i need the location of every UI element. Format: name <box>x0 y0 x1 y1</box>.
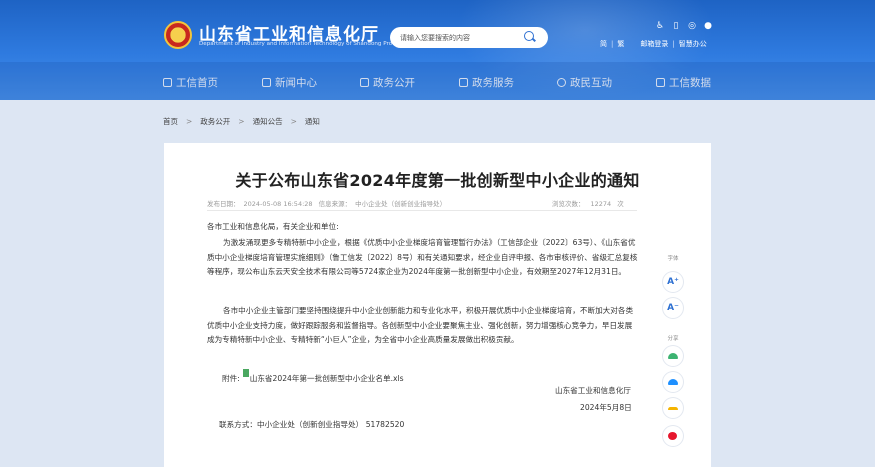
wechat-icon <box>668 353 678 359</box>
accessibility-icon[interactable]: ♿ <box>655 21 665 31</box>
signature-org: 山东省工业和信息化厅 <box>555 386 631 395</box>
share-weibo-button[interactable] <box>663 426 683 446</box>
lang-simplified-link[interactable]: 简 <box>600 39 607 49</box>
attachment-link[interactable]: 山东省2024年第一批创新型中小企业名单.xls <box>250 374 404 383</box>
accessibility-tools: ♿ ▯ ◎ ● <box>655 21 715 33</box>
breadcrumb-separator: > <box>186 117 193 126</box>
attachment-label: 附件: <box>222 374 240 383</box>
view-count: 浏览次数： 12274 次 <box>552 198 630 208</box>
article-card: 关于公布山东省2024年度第一批创新型中小企业的通知 发布日期： 2024-05-… <box>164 143 711 467</box>
nav-item-home[interactable]: 工信首页 <box>163 75 218 90</box>
breadcrumb-disclosure[interactable]: 政务公开 <box>200 117 230 126</box>
article-meta: 发布日期： 2024-05-08 16:54:28 信息来源： 中小企业处（创新创业… <box>207 198 450 208</box>
share-label: 分享 <box>667 336 679 342</box>
news-icon <box>262 78 271 87</box>
nav-item-interaction[interactable]: 政民互动 <box>557 75 612 90</box>
disclosure-icon <box>360 78 369 87</box>
share-qzone-button[interactable] <box>663 372 683 392</box>
lang-traditional-link[interactable]: 繁 <box>617 39 624 49</box>
interaction-icon <box>557 78 566 87</box>
source-label: 信息来源： <box>318 200 352 208</box>
breadcrumb-home[interactable]: 首页 <box>163 117 178 126</box>
data-icon <box>656 78 665 87</box>
qzone-icon <box>668 379 678 385</box>
breadcrumb-separator: > <box>290 117 297 126</box>
main-nav: 工信首页 新闻中心 政务公开 政务服务 政民互动 工信数据 <box>0 70 875 96</box>
paragraph-1: 为激发涌现更多专精特新中小企业，根据《优质中小企业梯度培育管理暂行办法》（工信部… <box>207 238 638 276</box>
side-toolbar: 字体 A⁺ A⁻ 分享 <box>660 254 686 467</box>
site-header: 山东省工业和信息化厅 Department of Industry and In… <box>0 0 875 100</box>
smart-office-link[interactable]: 智慧办公 <box>679 39 707 49</box>
qq-icon <box>668 407 678 410</box>
share-wechat-button[interactable] <box>663 346 683 366</box>
nav-item-service[interactable]: 政务服务 <box>459 75 514 90</box>
font-decrease-button[interactable]: A⁻ <box>663 298 683 318</box>
salutation: 各市工业和信息化局，有关企业和单位: <box>207 222 339 231</box>
national-emblem-logo <box>164 21 192 49</box>
signature-date: 2024年5月8日 <box>580 403 632 412</box>
mobile-icon[interactable]: ▯ <box>671 21 681 31</box>
breadcrumb-separator: > <box>238 117 245 126</box>
publish-label: 发布日期： <box>207 200 240 208</box>
xls-file-icon <box>242 369 249 377</box>
source-value: 中小企业处（创新创业指导处） <box>355 200 447 208</box>
attachment: 附件: 山东省2024年第一批创新型中小企业名单.xls <box>222 369 404 384</box>
views-value: 12274 <box>590 200 612 208</box>
mail-login-link[interactable]: 邮箱登录 <box>640 39 668 49</box>
article-title: 关于公布山东省2024年度第一批创新型中小企业的通知 <box>235 171 640 190</box>
views-label: 浏览次数： <box>552 200 585 208</box>
breadcrumb: 首页 > 政务公开 > 通知公告 > 通知 <box>163 116 320 127</box>
weibo-icon[interactable]: ◎ <box>687 21 697 31</box>
site-subtitle: Department of Industry and Information T… <box>199 41 408 47</box>
divider: | <box>611 40 614 48</box>
views-unit: 次 <box>617 200 624 208</box>
divider: | <box>672 40 675 48</box>
breadcrumb-current[interactable]: 通知 <box>305 117 320 126</box>
publish-date: 2024-05-08 16:54:28 <box>243 200 313 208</box>
nav-item-disclosure[interactable]: 政务公开 <box>360 75 415 90</box>
wechat-icon[interactable]: ● <box>703 21 713 31</box>
nav-item-news[interactable]: 新闻中心 <box>262 75 317 90</box>
divider <box>207 210 637 211</box>
share-qq-button[interactable] <box>663 398 683 418</box>
font-increase-button[interactable]: A⁺ <box>663 272 683 292</box>
search-input[interactable] <box>400 31 520 44</box>
service-icon <box>459 78 468 87</box>
font-size-label: 字体 <box>667 256 679 262</box>
paragraph-2: 各市中小企业主管部门要坚持围绕提升中小企业创新能力和专业化水平，积极开展优质中小… <box>207 306 634 344</box>
breadcrumb-notices[interactable]: 通知公告 <box>253 117 283 126</box>
search-icon[interactable] <box>524 31 534 41</box>
weibo-icon <box>668 432 677 440</box>
contact-info: 联系方式：中小企业处（创新创业指导处） 51782520 <box>219 420 405 429</box>
nav-item-data[interactable]: 工信数据 <box>656 75 711 90</box>
home-icon <box>163 78 172 87</box>
top-links: 简 | 繁邮箱登录 | 智慧办公 <box>600 39 707 49</box>
